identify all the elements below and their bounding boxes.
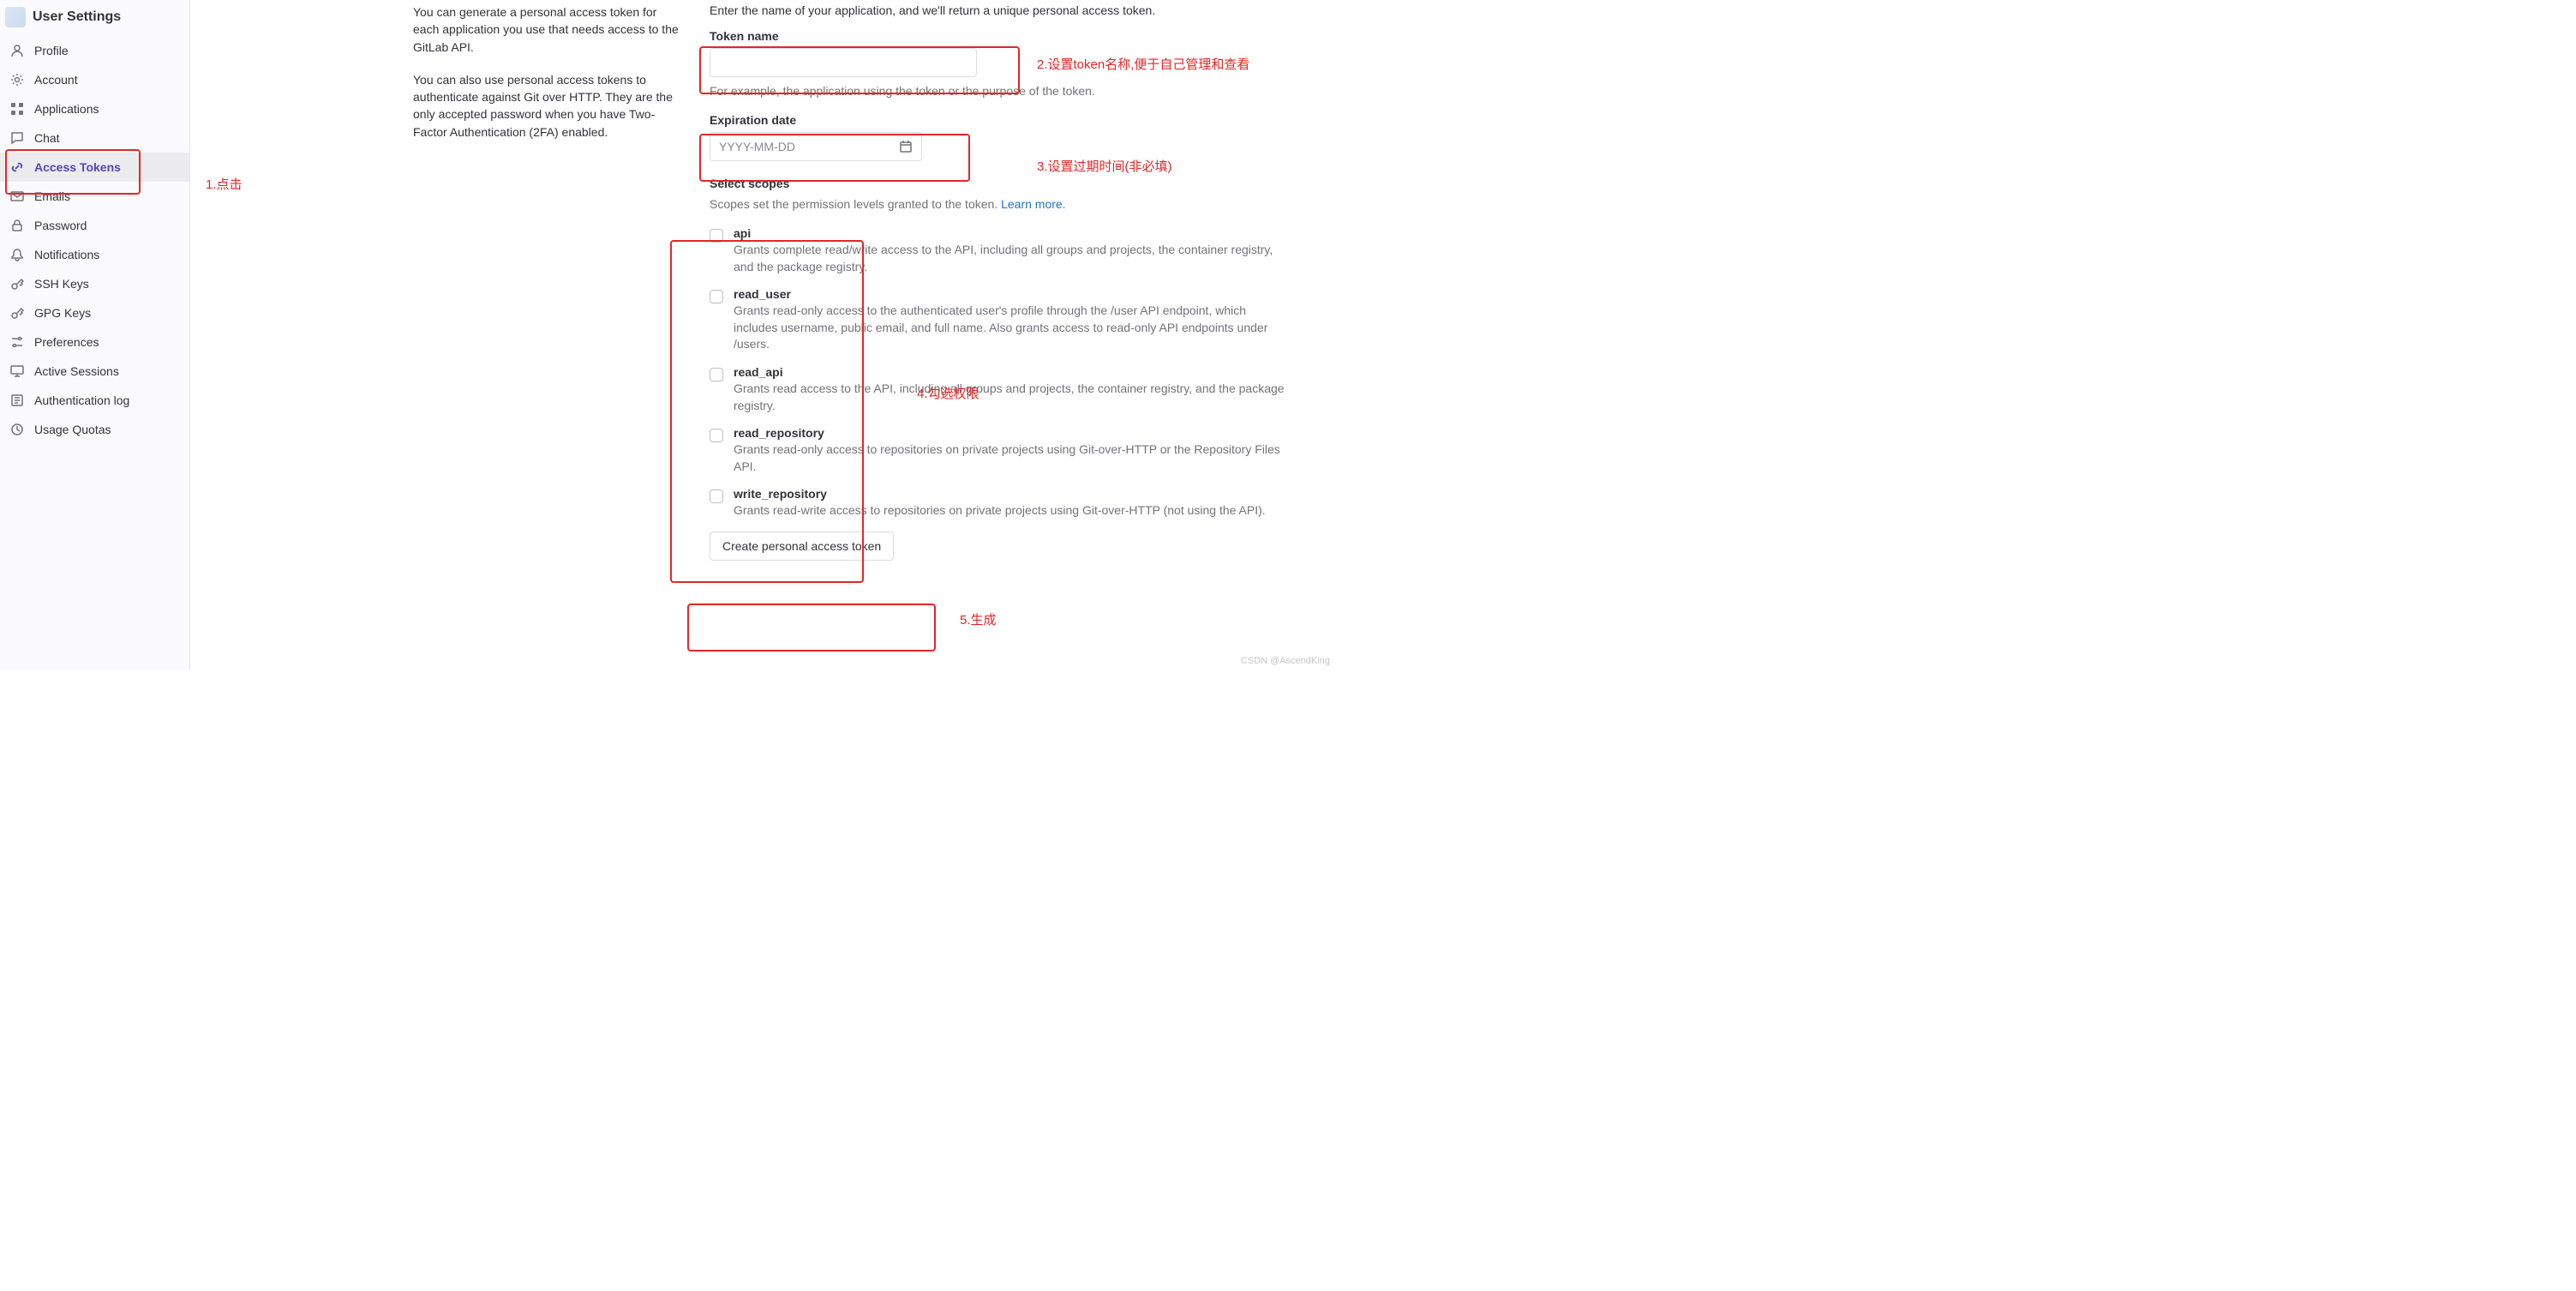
sidebar-item-active-sessions[interactable]: Active Sessions [0, 357, 189, 386]
sidebar-item-profile[interactable]: Profile [0, 36, 189, 65]
scope-desc: Grants read-only access to the authentic… [734, 303, 1267, 351]
scope-name: read_user [734, 287, 1292, 301]
sidebar-item-label: Applications [34, 102, 99, 116]
token-name-label: Token name [710, 29, 1292, 43]
scope-name: write_repository [734, 487, 1292, 501]
form-intro: Enter the name of your application, and … [710, 3, 1292, 17]
gear-icon [10, 73, 24, 87]
scope-name: read_repository [734, 426, 1292, 440]
annotation-text-5: 5.生成 [960, 610, 997, 628]
monitor-icon [10, 364, 24, 378]
scope-name: api [734, 226, 1292, 240]
expiration-date-input[interactable]: YYYY-MM-DD [710, 132, 922, 161]
sidebar-item-chat[interactable]: Chat [0, 123, 189, 153]
scope-read-repository: read_repository Grants read-only access … [710, 426, 1292, 475]
chat-icon [10, 131, 24, 145]
mail-icon [10, 189, 24, 203]
scopes-group: Select scopes Scopes set the permission … [710, 177, 1292, 211]
token-name-help: For example, the application using the t… [710, 84, 1292, 98]
sidebar-item-label: Usage Quotas [34, 423, 111, 436]
token-description: You can generate a personal access token… [413, 3, 679, 156]
scopes-title: Select scopes [710, 177, 1292, 190]
scope-desc: Grants read-write access to repositories… [734, 503, 1266, 517]
calendar-icon [899, 140, 913, 153]
token-form: Enter the name of your application, and … [710, 3, 1292, 561]
avatar [5, 7, 26, 27]
key-icon [10, 306, 24, 320]
token-name-input[interactable] [710, 48, 977, 77]
lock-icon [10, 219, 24, 232]
sidebar-item-label: Active Sessions [34, 364, 119, 378]
scope-read-user-checkbox[interactable] [710, 290, 723, 303]
annotation-text-2: 2.设置token名称,便于自己管理和查看 [1037, 55, 1249, 73]
sidebar-item-label: Access Tokens [34, 160, 121, 174]
scopes-help: Scopes set the permission levels granted… [710, 197, 1292, 211]
sidebar-item-label: Profile [34, 44, 69, 57]
scope-desc: Grants complete read/write access to the… [734, 243, 1273, 273]
learn-more-link[interactable]: Learn more. [1001, 197, 1065, 211]
scope-name: read_api [734, 365, 1292, 379]
desc-paragraph-2: You can also use personal access tokens … [413, 71, 679, 141]
sidebar-item-label: Account [34, 73, 78, 87]
sidebar-item-label: Emails [34, 189, 70, 203]
desc-paragraph-1: You can generate a personal access token… [413, 3, 679, 56]
sidebar-item-usage-quotas[interactable]: Usage Quotas [0, 415, 189, 444]
sidebar: User Settings Profile Account Applicatio… [0, 0, 190, 670]
scope-write-repository: write_repository Grants read-write acces… [710, 487, 1292, 519]
sidebar-header: User Settings [0, 2, 189, 36]
sidebar-item-gpg-keys[interactable]: GPG Keys [0, 298, 189, 327]
sidebar-item-label: Authentication log [34, 393, 129, 407]
sidebar-item-label: GPG Keys [34, 306, 91, 320]
scope-read-repository-checkbox[interactable] [710, 429, 723, 442]
sliders-icon [10, 335, 24, 349]
sidebar-item-password[interactable]: Password [0, 211, 189, 240]
scope-read-api-checkbox[interactable] [710, 368, 723, 381]
scope-read-api: read_api Grants read access to the API, … [710, 365, 1292, 414]
sidebar-item-authentication-log[interactable]: Authentication log [0, 386, 189, 415]
scope-desc: Grants read access to the API, including… [734, 381, 1285, 412]
quota-icon [10, 423, 24, 436]
sidebar-item-label: Preferences [34, 335, 99, 349]
watermark: CSDN @AscendKing [1241, 656, 1330, 666]
annotation-box-5 [687, 603, 936, 652]
annotation-text-4: 4.勾选权限 [917, 384, 979, 402]
key-icon [10, 277, 24, 291]
expiration-label: Expiration date [710, 113, 1292, 127]
sidebar-item-preferences[interactable]: Preferences [0, 327, 189, 357]
scope-desc: Grants read-only access to repositories … [734, 442, 1280, 473]
sidebar-item-ssh-keys[interactable]: SSH Keys [0, 269, 189, 298]
sidebar-item-account[interactable]: Account [0, 65, 189, 94]
bell-icon [10, 248, 24, 261]
page-title: User Settings [33, 9, 121, 25]
sidebar-item-label: SSH Keys [34, 277, 89, 291]
sidebar-item-label: Chat [34, 131, 60, 145]
scope-api-checkbox[interactable] [710, 229, 723, 243]
annotation-text-1: 1.点击 [206, 175, 243, 193]
link-icon [10, 160, 24, 174]
sidebar-item-applications[interactable]: Applications [0, 94, 189, 123]
profile-icon [10, 44, 24, 57]
sidebar-item-label: Password [34, 219, 87, 232]
scope-write-repository-checkbox[interactable] [710, 489, 723, 503]
scope-api: api Grants complete read/write access to… [710, 226, 1292, 275]
scope-read-user: read_user Grants read-only access to the… [710, 287, 1292, 353]
list-icon [10, 393, 24, 407]
create-token-button[interactable]: Create personal access token [710, 531, 894, 561]
sidebar-item-access-tokens[interactable]: Access Tokens [0, 153, 189, 182]
annotation-text-3: 3.设置过期时间(非必填) [1037, 157, 1172, 175]
sidebar-item-emails[interactable]: Emails [0, 182, 189, 211]
expiration-placeholder: YYYY-MM-DD [719, 140, 795, 153]
sidebar-item-label: Notifications [34, 248, 99, 261]
apps-icon [10, 102, 24, 116]
expiration-group: Expiration date YYYY-MM-DD [710, 113, 1292, 161]
sidebar-item-notifications[interactable]: Notifications [0, 240, 189, 269]
